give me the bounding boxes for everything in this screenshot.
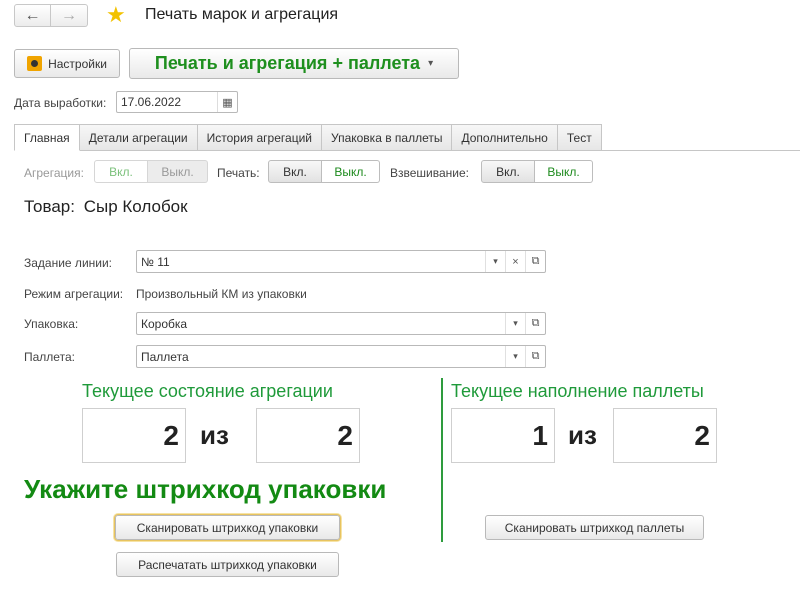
tab-main[interactable]: Главная [14,124,80,151]
navigation-buttons: ← → [14,4,88,27]
package-value[interactable]: Коробка [137,317,505,331]
aggregation-on-button[interactable]: Вкл. [94,160,148,183]
pallet-of-label: из [568,420,597,450]
open-icon[interactable]: ⧉ [525,313,545,334]
production-date-value[interactable]: 17.06.2022 [117,95,217,109]
print-off-button[interactable]: Выкл. [322,160,380,183]
aggregation-mode-label: Режим агрегации: [24,287,124,301]
pallet-label: Паллета: [24,350,75,364]
section-divider [441,378,443,542]
tab-aggregation-details[interactable]: Детали агрегации [79,124,198,151]
pallet-total-count: 2 [613,408,717,463]
aggregation-off-button[interactable]: Выкл. [148,160,208,183]
settings-gear-icon [27,56,43,71]
chevron-down-icon[interactable]: ▾ [505,346,525,367]
calendar-icon[interactable]: ▦ [217,92,237,112]
tab-test[interactable]: Тест [557,124,602,151]
product-name: Сыр Колобок [83,197,188,216]
forward-arrow-icon[interactable]: → [51,4,88,27]
chevron-down-icon: ▾ [428,58,434,69]
open-icon[interactable]: ⧉ [525,251,545,272]
print-toggle[interactable]: Вкл. Выкл. [268,160,380,183]
print-package-barcode-button[interactable]: Распечатать штрихкод упаковки [116,552,339,577]
print-toggle-label: Печать: [217,166,260,180]
product-heading: Товар: Сыр Колобок [24,197,188,217]
aggregation-mode-value: Произвольный КМ из упаковки [136,287,307,301]
scan-package-barcode-button[interactable]: Сканировать штрихкод упаковки [114,514,341,541]
settings-label: Настройки [48,56,107,71]
aggregation-total-count: 2 [256,408,360,463]
tab-aggregation-history[interactable]: История агрегаций [197,124,322,151]
clear-icon[interactable]: × [505,251,525,272]
pallet-value[interactable]: Паллета [137,350,505,364]
production-date-field[interactable]: 17.06.2022 ▦ [116,91,238,113]
weighing-on-button[interactable]: Вкл. [481,160,535,183]
product-label: Товар: [24,197,75,216]
package-label: Упаковка: [24,317,79,331]
settings-button[interactable]: Настройки [14,49,120,78]
weighing-off-button[interactable]: Выкл. [535,160,593,183]
chevron-down-icon[interactable]: ▾ [485,251,505,272]
chevron-down-icon[interactable]: ▾ [505,313,525,334]
pallet-field[interactable]: Паллета ▾ ⧉ [136,345,546,368]
mode-dropdown-button[interactable]: Печать и агрегация + паллета ▾ [129,48,459,79]
pallet-current-count: 1 [451,408,555,463]
aggregation-of-label: из [200,420,229,450]
aggregation-toggle-label: Агрегация: [24,166,84,180]
back-arrow-icon[interactable]: ← [14,4,51,27]
tab-bar: Главная Детали агрегации История агрегац… [14,124,602,151]
open-icon[interactable]: ⧉ [525,346,545,367]
line-task-field[interactable]: № 11 ▾ × ⧉ [136,250,546,273]
pallet-state-title: Текущее наполнение паллеты [451,381,704,401]
tab-pallet-packing[interactable]: Упаковка в паллеты [321,124,453,151]
mode-label: Печать и агрегация + паллета [154,53,421,73]
package-field[interactable]: Коробка ▾ ⧉ [136,312,546,335]
window-title: Печать марок и агрегация [145,6,339,23]
production-date-label: Дата выработки: [14,96,107,110]
aggregation-toggle[interactable]: Вкл. Выкл. [94,160,208,183]
print-on-button[interactable]: Вкл. [268,160,322,183]
aggregation-current-count: 2 [82,408,186,463]
aggregation-state-title: Текущее состояние агрегации [82,381,333,401]
line-task-label: Задание линии: [24,256,113,270]
scan-pallet-barcode-button[interactable]: Сканировать штрихкод паллеты [485,515,704,540]
tab-additional[interactable]: Дополнительно [452,124,558,151]
weighing-toggle-label: Взвешивание: [390,166,470,180]
scan-prompt: Укажите штрихкод упаковки [24,474,387,504]
weighing-toggle[interactable]: Вкл. Выкл. [481,160,593,183]
line-task-value[interactable]: № 11 [137,255,485,269]
favorite-star-icon[interactable]: ★ [106,3,126,27]
